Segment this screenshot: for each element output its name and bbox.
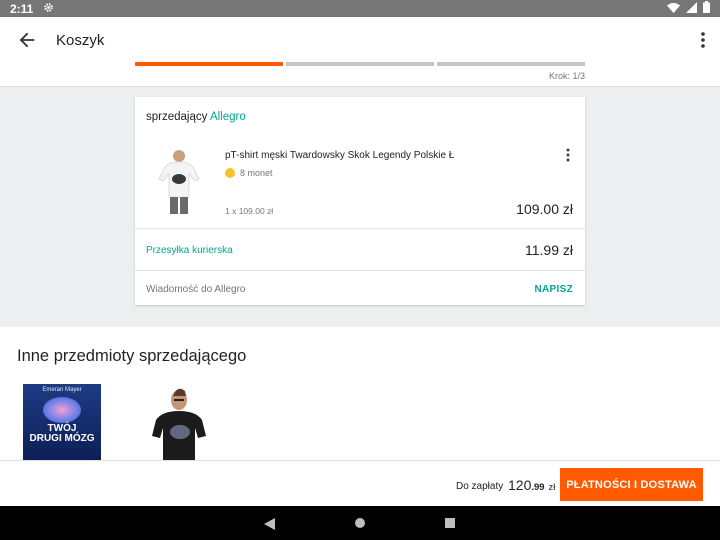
shipping-price: 11.99 zł [525,242,573,258]
cart-card: sprzedający Allegro pT-shirt męski Tward… [135,97,585,305]
total-currency: zł [548,482,556,493]
progress-step-3 [437,62,585,66]
product-image[interactable] [157,147,201,217]
total-amount-frac: .99 [531,482,545,493]
message-label: Wiadomość do Allegro [146,284,246,295]
write-message-button[interactable]: NAPISZ [535,284,573,295]
page-title: Koszyk [56,32,105,49]
seller-name[interactable]: Allegro [210,111,246,123]
section-title: Inne przedmioty sprzedającego [17,347,247,365]
total-label: Do zapłaty [456,481,504,492]
total-amount-int: 120 [508,477,532,493]
app-bar: Koszyk Krok: 1/3 [0,17,720,87]
unit-price: 1 x 109.00 zł [225,206,274,216]
signal-icon [686,1,697,16]
progress-step-2 [286,62,434,66]
divider [135,270,585,271]
shipping-method[interactable]: Przesyłka kurierska [146,245,233,256]
brain-illustration [43,397,81,423]
product-price: 109.00 zł [516,201,573,217]
book-author: Emeran Mayer [42,387,82,393]
wifi-icon [667,2,680,16]
total-amount: 120.99 zł [508,477,555,493]
status-bar: 2:11 [0,0,720,17]
coins-info: 8 monet [225,168,273,178]
payment-and-delivery-button[interactable]: PŁATNOŚCI I DOSTAWA [560,468,703,501]
book-title-line2: DRUGI MÓZG [29,433,95,444]
gear-icon [43,2,54,16]
coin-icon [225,168,235,178]
product-options-icon[interactable] [565,148,571,162]
book-product-image[interactable]: Emeran Mayer TWÓJ DRUGI MÓZG [23,384,101,460]
tshirt-product-image[interactable] [148,384,210,460]
nav-home-icon[interactable] [355,518,365,528]
nav-recents-icon[interactable] [445,518,455,528]
battery-icon [703,1,710,16]
product-name[interactable]: pT-shirt męski Twardowsky Skok Legendy P… [225,150,454,161]
seller-prefix: sprzedający [146,111,208,123]
system-nav-bar [0,506,720,540]
checkout-bar: Do zapłaty 120.99 zł PŁATNOŚCI I DOSTAWA [0,460,720,506]
step-label: Krok: 1/3 [548,71,585,81]
back-arrow-icon[interactable] [16,29,38,51]
other-items-section: Inne przedmioty sprzedającego Emeran May… [0,327,720,460]
divider [135,228,585,229]
status-time: 2:11 [10,1,34,16]
progress-step-1 [135,62,283,66]
checkout-progress [135,62,585,66]
nav-back-icon[interactable] [264,517,275,535]
more-options-icon[interactable] [700,31,706,49]
seller-line: sprzedający Allegro [146,111,246,123]
coins-label: 8 monet [240,168,273,178]
